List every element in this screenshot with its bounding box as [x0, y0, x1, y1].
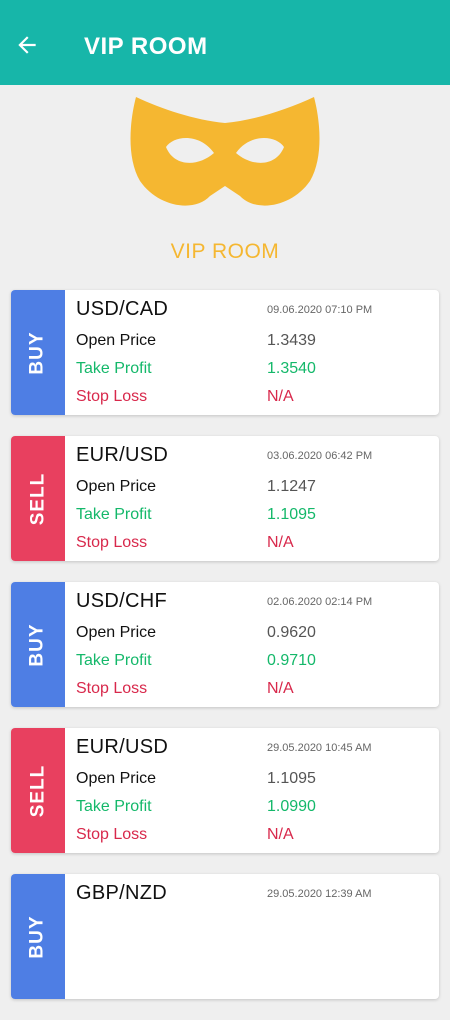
side-badge: BUY	[11, 874, 65, 999]
open-price-label: Open Price	[76, 624, 157, 641]
signal-date: 09.06.2020 07:10 PM	[267, 304, 373, 316]
open-price-value: 0.9620	[267, 624, 316, 641]
side-label: BUY	[27, 914, 48, 959]
signal-card[interactable]: SELL EUR/USD 29.05.2020 10:45 AM Open Pr…	[11, 728, 439, 853]
open-price-label: Open Price	[76, 478, 157, 495]
signal-card[interactable]: BUY USD/CAD 09.06.2020 07:10 PM Open Pri…	[11, 290, 439, 415]
arrow-left-icon	[18, 36, 36, 54]
back-button[interactable]	[10, 28, 44, 62]
stop-loss-label: Stop Loss	[76, 680, 148, 697]
open-price-label: Open Price	[76, 332, 157, 349]
hero-label: VIP ROOM	[170, 240, 280, 263]
stop-loss-value: N/A	[267, 680, 294, 697]
take-profit-label: Take Profit	[76, 360, 152, 377]
take-profit-label: Take Profit	[76, 506, 152, 523]
currency-pair: USD/CHF	[76, 590, 167, 612]
side-label: BUY	[27, 622, 48, 667]
currency-pair: USD/CAD	[76, 298, 169, 320]
stop-loss-label: Stop Loss	[76, 388, 148, 405]
stop-loss-label: Stop Loss	[76, 534, 148, 551]
stop-loss-value: N/A	[267, 534, 294, 551]
stop-loss-value: N/A	[267, 388, 294, 405]
take-profit-label: Take Profit	[76, 798, 152, 815]
signal-list: BUY USD/CAD 09.06.2020 07:10 PM Open Pri…	[11, 290, 439, 1020]
side-label: SELL	[27, 764, 48, 817]
open-price-value: 1.3439	[267, 332, 316, 349]
signal-date: 03.06.2020 06:42 PM	[267, 450, 373, 462]
app-bar: VIP ROOM	[0, 0, 450, 85]
currency-pair: GBP/NZD	[76, 882, 167, 904]
signal-card[interactable]: BUY GBP/NZD 29.05.2020 12:39 AM	[11, 874, 439, 999]
stop-loss-value: N/A	[267, 826, 294, 843]
stop-loss-label: Stop Loss	[76, 826, 148, 843]
open-price-value: 1.1247	[267, 478, 316, 495]
side-label: BUY	[27, 330, 48, 375]
signal-date: 29.05.2020 12:39 AM	[267, 888, 372, 900]
take-profit-value: 1.1095	[267, 506, 316, 523]
side-badge: SELL	[11, 436, 65, 561]
signal-date: 02.06.2020 02:14 PM	[267, 596, 373, 608]
take-profit-value: 1.0990	[267, 798, 316, 815]
signal-date: 29.05.2020 10:45 AM	[267, 742, 372, 754]
side-label: SELL	[27, 472, 48, 525]
side-badge: BUY	[11, 582, 65, 707]
take-profit-value: 0.9710	[267, 652, 316, 669]
currency-pair: EUR/USD	[76, 444, 169, 466]
currency-pair: EUR/USD	[76, 736, 169, 758]
take-profit-value: 1.3540	[267, 360, 316, 377]
side-badge: SELL	[11, 728, 65, 853]
page-title: VIP ROOM	[84, 33, 208, 60]
mask-icon	[130, 97, 320, 206]
open-price-value: 1.1095	[267, 770, 316, 787]
open-price-label: Open Price	[76, 770, 157, 787]
take-profit-label: Take Profit	[76, 652, 152, 669]
signal-card[interactable]: BUY USD/CHF 02.06.2020 02:14 PM Open Pri…	[11, 582, 439, 707]
side-badge: BUY	[11, 290, 65, 415]
signal-card[interactable]: SELL EUR/USD 03.06.2020 06:42 PM Open Pr…	[11, 436, 439, 561]
